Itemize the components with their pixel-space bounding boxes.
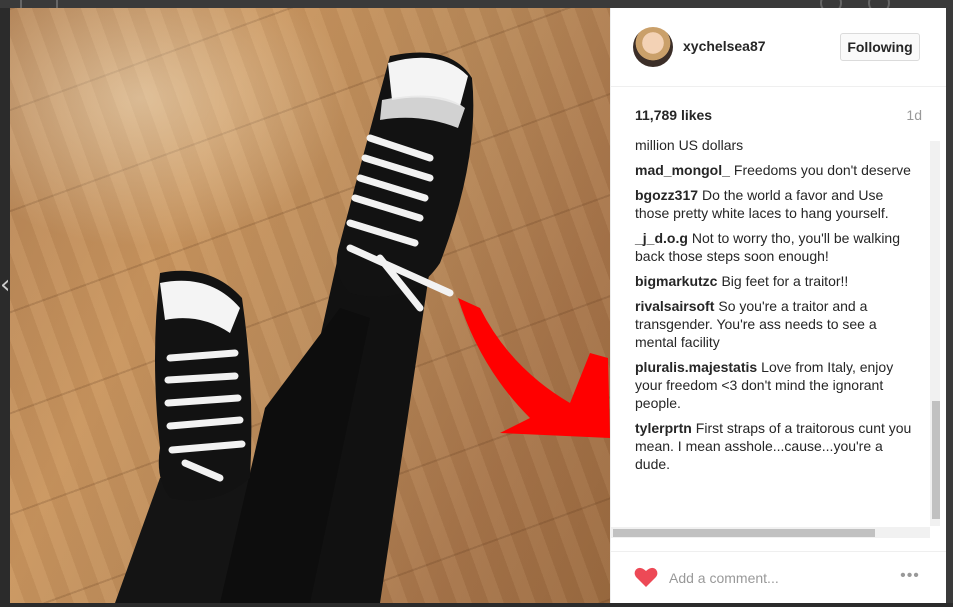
- comment-text: Freedoms you don't deserve: [733, 162, 911, 178]
- comment-item: bigmarkutzc Big feet for a traitor!!: [635, 272, 915, 290]
- caption-tail: million US dollars: [635, 137, 744, 153]
- comment-item: rivalsairsoft So you're a traitor and a t…: [635, 297, 915, 351]
- likes-count[interactable]: 11,789 likes: [635, 107, 712, 123]
- comment-item: mad_mongol_ Freedoms you don't deserve: [635, 161, 915, 179]
- comment-username[interactable]: tylerprtn: [635, 420, 692, 436]
- heart-icon[interactable]: [634, 566, 658, 588]
- horizontal-scroll-thumb[interactable]: [613, 529, 875, 537]
- post-header: xychelsea87 Following: [611, 8, 946, 87]
- comment-username[interactable]: bgozz317: [635, 187, 698, 203]
- comment-username[interactable]: mad_mongol_: [635, 162, 730, 178]
- post-photo: [10, 8, 610, 603]
- background-header: [0, 0, 953, 14]
- post-username[interactable]: xychelsea87: [683, 38, 766, 54]
- comment-item: _j_d.o.g Not to worry tho, you'll be walk…: [635, 229, 915, 265]
- comment-item: bgozz317 Do the world a favor and Use tho…: [635, 186, 915, 222]
- add-comment-input[interactable]: [669, 567, 889, 589]
- background-edge: [945, 8, 953, 603]
- post-time: 1d: [906, 107, 922, 123]
- comment-footer: •••: [611, 551, 946, 604]
- comment-username[interactable]: _j_d.o.g: [635, 230, 688, 246]
- comment-list: million US dollars mad_mongol_ Freedoms y…: [635, 136, 915, 480]
- following-button[interactable]: Following: [840, 33, 920, 61]
- comments-panel: xychelsea87 Following 11,789 likes 1d mi…: [610, 8, 946, 603]
- comment-username[interactable]: rivalsairsoft: [635, 298, 714, 314]
- more-options-icon[interactable]: •••: [896, 566, 924, 586]
- vertical-scroll-thumb[interactable]: [932, 401, 940, 519]
- comment-item: pluralis.majestatis Love from Italy, enjo…: [635, 358, 915, 412]
- sneakers-illustration: [115, 52, 610, 603]
- comment-username[interactable]: pluralis.majestatis: [635, 359, 757, 375]
- avatar[interactable]: [633, 27, 673, 67]
- comment-item: tylerprtn First straps of a traitorous cu…: [635, 419, 915, 473]
- comment-text: Big feet for a traitor!!: [721, 273, 849, 289]
- comment-username[interactable]: bigmarkutzc: [635, 273, 717, 289]
